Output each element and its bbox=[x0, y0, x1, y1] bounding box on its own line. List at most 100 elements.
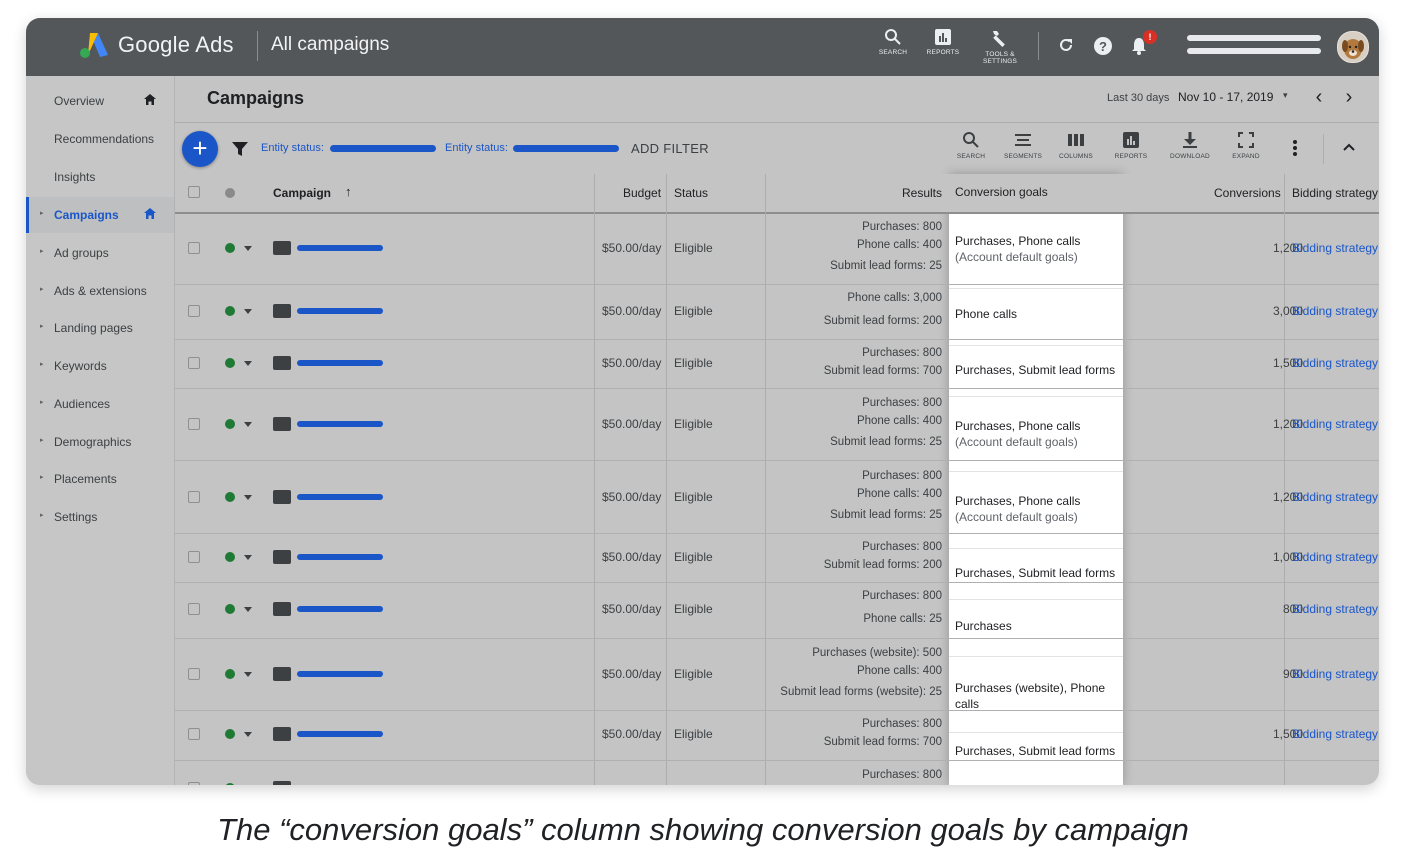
row-checkbox[interactable] bbox=[188, 603, 200, 615]
expand-arrow-icon[interactable]: ▸ bbox=[40, 436, 44, 444]
top-search-button[interactable]: SEARCH bbox=[865, 28, 921, 56]
budget-value[interactable]: $50.00/day bbox=[602, 727, 661, 741]
table-row[interactable]: Purchases: 800 bbox=[175, 760, 1379, 785]
table-row[interactable]: $50.00/day Eligible Purchases: 800 Phone… bbox=[175, 582, 1379, 639]
chevron-down-icon[interactable] bbox=[244, 555, 252, 560]
column-header-conversion-goals[interactable]: Conversion goals bbox=[955, 185, 1048, 199]
bidding-strategy-link[interactable]: Bidding strategy bbox=[1292, 241, 1378, 255]
download-button[interactable]: DOWNLOAD bbox=[1166, 131, 1214, 160]
table-row[interactable]: $50.00/day Eligible Purchases: 800 Phone… bbox=[175, 388, 1379, 461]
chevron-down-icon[interactable] bbox=[244, 309, 252, 314]
row-checkbox[interactable] bbox=[188, 418, 200, 430]
reports-button[interactable]: REPORTS bbox=[1107, 131, 1155, 160]
filter-chip-label[interactable]: Entity status: bbox=[261, 142, 324, 154]
campaign-name-redacted[interactable] bbox=[297, 245, 383, 251]
table-row[interactable]: $50.00/day Eligible Phone calls: 3,000 S… bbox=[175, 284, 1379, 340]
segments-button[interactable]: SEGMENTS bbox=[999, 131, 1047, 160]
budget-value[interactable]: $50.00/day bbox=[602, 550, 661, 564]
table-row[interactable]: $50.00/day Eligible Purchases: 800 Submi… bbox=[175, 339, 1379, 389]
chevron-down-icon[interactable] bbox=[244, 495, 252, 500]
top-tools-settings-button[interactable]: TOOLS & SETTINGS bbox=[972, 28, 1028, 65]
date-range-selector[interactable]: Nov 10 - 17, 2019 bbox=[1178, 90, 1273, 104]
chevron-down-icon[interactable] bbox=[244, 361, 252, 366]
table-row[interactable]: $50.00/day Eligible Purchases: 800 Phone… bbox=[175, 212, 1379, 285]
conversion-goal-cell[interactable]: Phone calls bbox=[955, 306, 1119, 322]
budget-value[interactable]: $50.00/day bbox=[602, 667, 661, 681]
chevron-down-icon[interactable] bbox=[244, 422, 252, 427]
budget-value[interactable]: $50.00/day bbox=[602, 490, 661, 504]
column-header-status[interactable]: Status bbox=[674, 186, 708, 200]
campaign-name-redacted[interactable] bbox=[297, 494, 383, 500]
row-checkbox[interactable] bbox=[188, 728, 200, 740]
sidebar-item-demographics[interactable]: ▸ Demographics bbox=[26, 424, 174, 460]
bidding-strategy-link[interactable]: Bidding strategy bbox=[1292, 602, 1378, 616]
column-header-budget[interactable]: Budget bbox=[623, 186, 661, 200]
expand-arrow-icon[interactable]: ▸ bbox=[40, 398, 44, 406]
row-checkbox[interactable] bbox=[188, 551, 200, 563]
campaign-name-redacted[interactable] bbox=[297, 421, 383, 427]
bidding-strategy-link[interactable]: Bidding strategy bbox=[1292, 417, 1378, 431]
conversion-goal-cell[interactable]: Purchases, Submit lead forms bbox=[955, 362, 1119, 378]
sidebar-item-insights[interactable]: Insights bbox=[26, 159, 174, 195]
add-filter-button[interactable]: ADD FILTER bbox=[631, 141, 709, 156]
conversion-goal-cell[interactable]: Purchases bbox=[955, 618, 1119, 634]
help-icon[interactable]: ? bbox=[1093, 36, 1113, 56]
chevron-up-icon[interactable] bbox=[1339, 137, 1359, 157]
expand-arrow-icon[interactable]: ▸ bbox=[40, 285, 44, 293]
top-reports-button[interactable]: REPORTS bbox=[915, 28, 971, 56]
sidebar-item-audiences[interactable]: ▸ Audiences bbox=[26, 386, 174, 422]
sidebar-item-settings[interactable]: ▸ Settings bbox=[26, 499, 174, 535]
table-search-button[interactable]: SEARCH bbox=[947, 131, 995, 160]
budget-value[interactable]: $50.00/day bbox=[602, 304, 661, 318]
previous-period-button[interactable]: ‹ bbox=[1309, 86, 1329, 109]
row-checkbox[interactable] bbox=[188, 668, 200, 680]
conversion-goal-cell[interactable]: Purchases, Phone calls (Account default … bbox=[955, 233, 1119, 265]
campaign-name-redacted[interactable] bbox=[297, 671, 383, 677]
sidebar-item-landing-pages[interactable]: ▸ Landing pages bbox=[26, 310, 174, 346]
chevron-down-icon[interactable]: ▾ bbox=[1283, 90, 1288, 101]
budget-value[interactable]: $50.00/day bbox=[602, 602, 661, 616]
filter-chip-label[interactable]: Entity status: bbox=[445, 142, 508, 154]
sidebar-item-campaigns[interactable]: ▸ Campaigns bbox=[26, 197, 174, 233]
table-row[interactable]: $50.00/day Eligible Purchases: 800 Phone… bbox=[175, 460, 1379, 534]
sidebar-item-ads-extensions[interactable]: ▸ Ads & extensions bbox=[26, 273, 174, 309]
budget-value[interactable]: $50.00/day bbox=[602, 356, 661, 370]
chevron-down-icon[interactable] bbox=[244, 732, 252, 737]
conversion-goal-cell[interactable]: Purchases, Submit lead forms bbox=[955, 743, 1119, 759]
next-period-button[interactable]: › bbox=[1339, 86, 1359, 109]
table-row[interactable]: $50.00/day Eligible Purchases: 800 Submi… bbox=[175, 533, 1379, 583]
filter-chip-value-redacted[interactable] bbox=[330, 145, 436, 152]
row-checkbox[interactable] bbox=[188, 491, 200, 503]
expand-button[interactable]: EXPAND bbox=[1222, 131, 1270, 160]
bidding-strategy-link[interactable]: Bidding strategy bbox=[1292, 304, 1378, 318]
bidding-strategy-link[interactable]: Bidding strategy bbox=[1292, 490, 1378, 504]
row-checkbox[interactable] bbox=[188, 305, 200, 317]
campaign-name-redacted[interactable] bbox=[297, 308, 383, 314]
bidding-strategy-link[interactable]: Bidding strategy bbox=[1292, 550, 1378, 564]
campaign-name-redacted[interactable] bbox=[297, 554, 383, 560]
campaign-name-redacted[interactable] bbox=[297, 606, 383, 612]
chevron-down-icon[interactable] bbox=[244, 246, 252, 251]
expand-arrow-icon[interactable]: ▸ bbox=[40, 511, 44, 519]
table-row[interactable]: $50.00/day Eligible Purchases: 800 Submi… bbox=[175, 710, 1379, 761]
row-checkbox[interactable] bbox=[188, 242, 200, 254]
sidebar-item-overview[interactable]: Overview bbox=[26, 83, 174, 119]
columns-button[interactable]: COLUMNS bbox=[1052, 131, 1100, 160]
expand-arrow-icon[interactable]: ▸ bbox=[40, 209, 44, 217]
google-ads-logo-icon[interactable] bbox=[79, 31, 109, 59]
refresh-icon[interactable] bbox=[1057, 36, 1075, 54]
bidding-strategy-link[interactable]: Bidding strategy bbox=[1292, 356, 1378, 370]
conversion-goal-cell[interactable]: Purchases, Phone calls (Account default … bbox=[955, 418, 1119, 450]
column-header-conversions[interactable]: Conversions bbox=[1214, 186, 1281, 200]
more-options-icon[interactable] bbox=[1292, 139, 1298, 157]
filter-icon[interactable] bbox=[232, 141, 248, 157]
bidding-strategy-link[interactable]: Bidding strategy bbox=[1292, 667, 1378, 681]
expand-arrow-icon[interactable]: ▸ bbox=[40, 473, 44, 481]
avatar[interactable] bbox=[1337, 31, 1369, 63]
column-header-campaign[interactable]: Campaign bbox=[273, 186, 331, 200]
bidding-strategy-link[interactable]: Bidding strategy bbox=[1292, 727, 1378, 741]
expand-arrow-icon[interactable]: ▸ bbox=[40, 322, 44, 330]
sidebar-item-placements[interactable]: ▸ Placements bbox=[26, 461, 174, 497]
sidebar-item-ad-groups[interactable]: ▸ Ad groups bbox=[26, 235, 174, 271]
budget-value[interactable]: $50.00/day bbox=[602, 417, 661, 431]
